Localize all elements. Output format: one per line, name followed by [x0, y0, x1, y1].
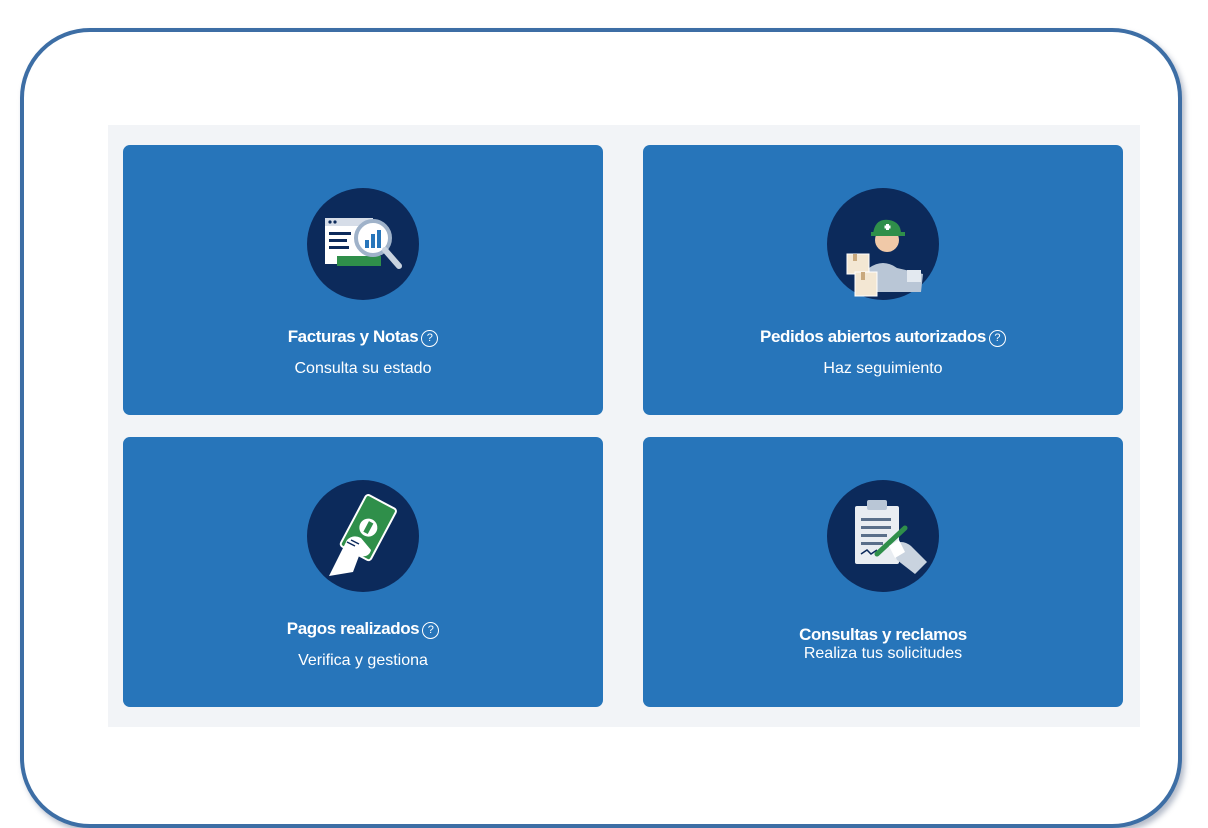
card-title-row: Pedidos abiertos autorizados? [643, 327, 1123, 347]
card-title-row: Pagos realizados? [123, 619, 603, 639]
card-title: Pagos realizados [286, 619, 420, 638]
clipboard-pen-icon [827, 480, 939, 592]
card-title: Facturas y Notas [287, 327, 419, 346]
help-icon[interactable]: ? [988, 330, 1006, 347]
card-subtitle: Realiza tus solicitudes [803, 645, 963, 662]
card-subtitle: Haz seguimiento [823, 360, 943, 377]
card-title-row: Consultas y reclamos [643, 625, 1123, 645]
help-icon[interactable]: ? [422, 622, 440, 639]
card-title: Pedidos abiertos autorizados [760, 327, 986, 346]
invoice-magnifier-icon [307, 188, 419, 300]
card-pagos-realizados[interactable]: Pagos realizados? Verifica y gestiona [123, 437, 603, 707]
card-subtitle: Consulta su estado [294, 360, 432, 377]
card-title: Consultas y reclamos [799, 625, 967, 644]
hand-money-icon [307, 480, 419, 592]
card-consultas-y-reclamos[interactable]: Consultas y reclamos Realiza tus solicit… [643, 437, 1123, 707]
card-title-row: Facturas y Notas? [123, 327, 603, 347]
delivery-person-icon [827, 188, 939, 300]
card-pedidos-abiertos-autorizados[interactable]: Pedidos abiertos autorizados? Haz seguim… [643, 145, 1123, 415]
card-subtitle: Verifica y gestiona [298, 652, 428, 669]
dashboard-panel: Facturas y Notas? Consulta su estado Ped… [108, 125, 1140, 727]
help-icon[interactable]: ? [421, 330, 439, 347]
card-facturas-y-notas[interactable]: Facturas y Notas? Consulta su estado [123, 145, 603, 415]
